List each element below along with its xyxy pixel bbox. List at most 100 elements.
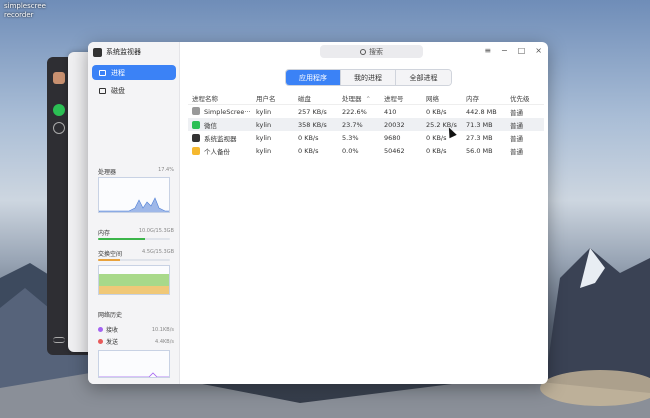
backup-icon — [192, 146, 200, 155]
cpu-graph — [98, 177, 170, 213]
window-title: 系统监视器 — [106, 48, 141, 56]
nav-item-disk[interactable]: 磁盘 — [92, 83, 176, 98]
window-controls: ≡ − □ × — [484, 46, 542, 55]
memory-bar — [98, 238, 170, 240]
process-name: 微信 — [192, 120, 217, 130]
swap-bar — [98, 259, 170, 261]
close-icon[interactable]: × — [535, 46, 542, 55]
process-pid: 50462 — [384, 146, 405, 155]
nav-item-processes[interactable]: 进程 — [92, 65, 176, 80]
process-user: kylin — [256, 107, 272, 116]
column-header-name[interactable]: 进程名称 — [192, 93, 218, 103]
send-dot — [98, 339, 103, 344]
swap-section: 交换空间 4.5G/15.3GB — [98, 249, 174, 258]
network-label: 网络历史 — [98, 312, 123, 319]
receive-dot — [98, 327, 103, 332]
cpu-label: 处理器 — [98, 169, 117, 176]
process-network: 0 KB/s — [426, 133, 447, 142]
table-row[interactable]: 个人备份 kylin 0 KB/s 0.0% 50462 0 KB/s 56.0 MB 普通 — [188, 144, 544, 157]
table-header: 进程名称 用户名 磁盘 处理器 ⌃ 进程号 网络 内存 优先级 — [188, 92, 544, 105]
process-cpu: 222.6% — [342, 107, 367, 116]
table-row[interactable]: 系统监视器 kylin 0 KB/s 5.3% 9680 0 KB/s 27.3 MB 普通 — [188, 131, 544, 144]
search-input[interactable]: 搜索 — [320, 45, 423, 58]
process-list-icon — [99, 69, 106, 76]
sidebar: 系统监视器 进程 磁盘 处理器 17.4% 内存 10.0G/15.3GB 交换 — [88, 42, 180, 384]
process-name-text: 微信 — [204, 121, 217, 130]
column-header-cpu[interactable]: 处理器 ⌃ — [342, 93, 371, 103]
table-body: SimpleScree··· kylin 257 KB/s 222.6% 410 0 KB… — [188, 105, 544, 157]
memory-value: 10.0G/15.3GB — [138, 228, 174, 234]
receive-rate: 10.1KB/s — [151, 326, 174, 333]
process-table: 进程名称 用户名 磁盘 处理器 ⌃ 进程号 网络 内存 优先级 SimpleScr… — [188, 92, 544, 157]
search-icon — [360, 48, 366, 55]
process-user: kylin — [256, 120, 272, 129]
nav-item-label: 磁盘 — [111, 86, 125, 95]
column-header-network[interactable]: 网络 — [426, 93, 439, 103]
process-name-text: SimpleScree··· — [204, 108, 251, 116]
tab-all-processes[interactable]: 全部进程 — [396, 70, 451, 85]
network-send-legend: 发送 4.4KB/s — [98, 337, 174, 346]
network-section: 网络历史 — [98, 310, 174, 319]
process-cpu: 5.3% — [342, 133, 359, 142]
screen-recorder-icon — [192, 107, 200, 115]
table-row[interactable]: 微信 kylin 358 KB/s 23.7% 20032 25.2 KB/s 71.3 M… — [188, 118, 544, 131]
memory-bar-fill — [98, 238, 145, 240]
tab-applications[interactable]: 应用程序 — [286, 70, 341, 85]
process-priority: 普通 — [510, 121, 523, 130]
memory-section: 内存 10.0G/15.3GB — [98, 228, 174, 237]
system-monitor-icon — [192, 133, 200, 142]
memory-graph — [98, 265, 170, 295]
column-header-user[interactable]: 用户名 — [256, 93, 276, 103]
receive-label: 接收 — [106, 327, 119, 334]
disk-icon — [99, 87, 106, 94]
swap-bar-fill — [98, 259, 120, 261]
process-disk: 257 KB/s — [298, 107, 327, 116]
cpu-section: 处理器 17.4% — [98, 167, 174, 176]
search-placeholder: 搜索 — [369, 47, 383, 56]
column-header-disk[interactable]: 磁盘 — [298, 93, 311, 103]
process-user: kylin — [256, 146, 272, 155]
minimize-icon[interactable]: − — [501, 46, 508, 55]
process-pid: 410 — [384, 107, 397, 116]
process-name-text: 个人备份 — [204, 147, 230, 156]
process-user: kylin — [256, 133, 272, 142]
wechat-icon — [192, 120, 200, 129]
send-label: 发送 — [106, 339, 119, 346]
network-graph — [98, 350, 170, 378]
process-network: 0 KB/s — [426, 146, 447, 155]
process-name-text: 系统监视器 — [204, 134, 237, 143]
process-memory: 442.8 MB — [466, 107, 497, 116]
desktop-icon-label[interactable]: recorder — [4, 11, 34, 19]
process-name: 系统监视器 — [192, 133, 237, 143]
send-rate: 4.4KB/s — [155, 338, 174, 345]
menu-icon[interactable] — [53, 337, 65, 343]
sort-ascending-icon: ⌃ — [365, 95, 371, 103]
process-disk: 0 KB/s — [298, 133, 319, 142]
wechat-icon[interactable] — [53, 104, 65, 116]
network-receive-legend: 接收 10.1KB/s — [98, 325, 174, 334]
tab-my-processes[interactable]: 我的进程 — [341, 70, 396, 85]
cpu-value: 17.4% — [158, 167, 174, 173]
menu-icon[interactable]: ≡ — [484, 46, 491, 55]
user-icon[interactable] — [53, 122, 65, 134]
process-pid: 9680 — [384, 133, 401, 142]
process-name: SimpleScree··· — [192, 107, 251, 116]
process-priority: 普通 — [510, 108, 523, 117]
process-tabs: 应用程序 我的进程 全部进程 — [285, 69, 452, 86]
app-title: 系统监视器 — [93, 47, 141, 57]
column-header-memory[interactable]: 内存 — [466, 93, 479, 103]
maximize-icon[interactable]: □ — [518, 46, 526, 55]
column-header-pid[interactable]: 进程号 — [384, 93, 404, 103]
column-header-priority[interactable]: 优先级 — [510, 93, 530, 103]
column-header-cpu-label: 处理器 — [342, 95, 362, 103]
process-disk: 0 KB/s — [298, 146, 319, 155]
system-monitor-window: 系统监视器 进程 磁盘 处理器 17.4% 内存 10.0G/15.3GB 交换 — [88, 42, 548, 384]
process-memory: 27.3 MB — [466, 133, 493, 142]
process-network: 0 KB/s — [426, 107, 447, 116]
table-row[interactable]: SimpleScree··· kylin 257 KB/s 222.6% 410 0 KB… — [188, 105, 544, 118]
process-memory: 56.0 MB — [466, 146, 493, 155]
desktop-icon-label[interactable]: simplescree — [4, 2, 46, 10]
avatar-icon[interactable] — [53, 72, 65, 84]
swap-label: 交换空间 — [98, 251, 123, 258]
process-memory: 71.3 MB — [466, 120, 493, 129]
